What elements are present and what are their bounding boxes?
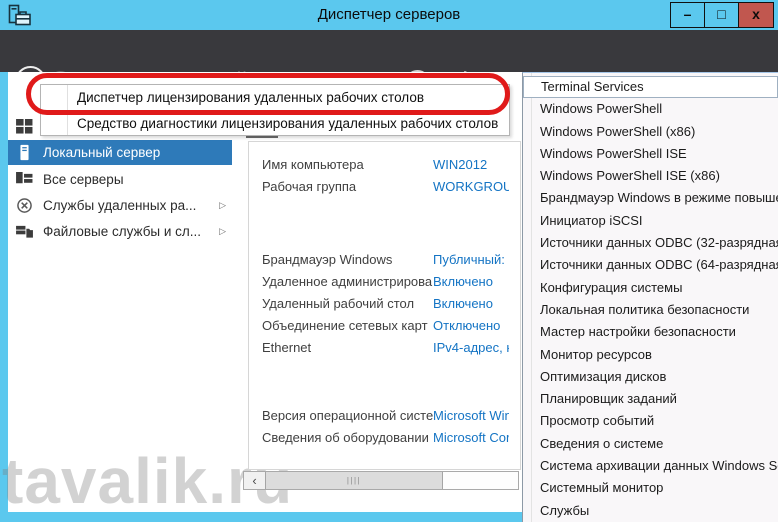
property-label: Удаленное администрирование [249,274,433,289]
property-value-link[interactable]: IPv4-адрес, назначен... [433,340,509,355]
property-label: Удаленный рабочий стол [249,296,433,311]
tools-menu-item[interactable]: Инициатор iSCSI [523,210,778,232]
property-value-link[interactable]: Публичный: Вкл. [433,252,509,267]
submenu-item-rd-licensing-diagnoser[interactable]: Средство диагностики лицензирования удал… [41,111,509,137]
maximize-button[interactable]: □ [705,3,739,27]
window-controls: – □ x [670,2,774,28]
tools-menu-item-terminal-services[interactable]: Terminal Services [523,76,778,98]
tools-menu-items: Terminal Services Windows PowerShell Win… [523,76,778,522]
tools-menu: Terminal Services Windows PowerShell Win… [522,72,778,522]
expand-arrow-icon[interactable]: ▷ [219,226,226,237]
property-label: Рабочая группа [249,179,433,194]
property-label: Версия операционной системы [249,408,433,423]
sidebar-item-file-services[interactable]: Файловые службы и сл... ▷ [8,219,232,244]
local-server-icon [14,144,34,162]
tools-menu-item[interactable]: Windows PowerShell [523,98,778,120]
property-row: Брандмауэр Windows Публичный: Вкл. [249,248,520,270]
horizontal-scrollbar[interactable]: ‹ |||| [243,471,519,490]
sidebar-item-label: Все серверы [43,172,124,187]
tools-menu-item[interactable]: Источники данных ODBC (64-разрядная верс… [523,254,778,276]
tools-menu-item[interactable]: Просмотр событий [523,410,778,432]
scrollbar-grip-icon: |||| [347,476,361,485]
property-value-link[interactable]: WIN2012 [433,157,509,172]
sidebar-item-local-server[interactable]: Локальный сервер [8,140,232,165]
properties-card: Имя компьютера WIN2012 Рабочая группа WO… [248,141,521,470]
window-bottom-border [0,512,530,522]
tools-menu-item[interactable]: Монитор ресурсов [523,344,778,366]
tools-menu-item[interactable]: Источники данных ODBC (32-разрядная верс… [523,232,778,254]
tools-menu-item[interactable]: Оптимизация дисков [523,366,778,388]
property-value-link[interactable]: Включено [433,296,509,311]
property-value-link[interactable]: WORKGROUP [433,179,509,194]
remote-desktop-services-icon [14,197,34,215]
submenu-gutter [67,85,68,135]
property-label: Брандмауэр Windows [249,252,433,267]
property-row: Удаленный рабочий стол Включено [249,292,520,314]
tools-menu-item[interactable]: Windows PowerShell ISE (x86) [523,165,778,187]
file-services-icon [14,223,34,241]
property-row: Имя компьютера WIN2012 [249,153,520,175]
scroll-left-button[interactable]: ‹ [244,472,265,489]
property-value: Microsoft Corporation Virtual [433,430,509,445]
sidebar-item-label: Службы удаленных ра... [43,198,196,213]
property-label: Сведения об оборудовании [249,430,433,445]
dashboard-icon [14,118,34,136]
tools-menu-item[interactable]: Службы [523,500,778,522]
properties-group-identity: Имя компьютера WIN2012 Рабочая группа WO… [249,153,520,197]
tools-menu-item[interactable]: Конфигурация системы [523,277,778,299]
property-label: Объединение сетевых карт [249,318,433,333]
property-row: Ethernet IPv4-адрес, назначен... [249,336,520,358]
property-row: Рабочая группа WORKGROUP [249,175,520,197]
minimize-button[interactable]: – [671,3,705,27]
tools-menu-item[interactable]: Windows PowerShell ISE [523,143,778,165]
tools-menu-item[interactable]: Сведения о системе [523,433,778,455]
property-value-link[interactable]: Отключено [433,318,509,333]
tools-menu-item[interactable]: Мастер настройки безопасности [523,321,778,343]
sidebar-item-label: Локальный сервер [43,145,160,160]
scrollbar-thumb[interactable]: |||| [265,472,443,489]
expand-arrow-icon[interactable]: ▷ [219,200,226,211]
property-label: Ethernet [249,340,433,355]
property-value-link[interactable]: Включено [433,274,509,289]
window-title: Диспетчер серверов [0,0,778,30]
sidebar-item-all-servers[interactable]: Все серверы [8,167,232,192]
tools-menu-item[interactable]: Планировщик заданий [523,388,778,410]
title-bar: Диспетчер серверов – □ x [0,0,778,30]
properties-group-system: Версия операционной системы Microsoft Wi… [249,404,520,448]
property-row: Объединение сетевых карт Отключено [249,314,520,336]
submenu-item-rd-licensing-manager[interactable]: Диспетчер лицензирования удаленных рабоч… [41,85,509,111]
sidebar-item-label: Файловые службы и сл... [43,224,201,239]
property-label: Имя компьютера [249,157,433,172]
property-row: Сведения об оборудовании Microsoft Corpo… [249,426,520,448]
property-row: Удаленное администрирование Включено [249,270,520,292]
all-servers-icon [14,171,34,189]
property-row: Версия операционной системы Microsoft Wi… [249,404,520,426]
property-value: Microsoft Windows Server 2012 [433,408,509,423]
navigation-bar: ← → ▾ ◂◂ Локальный се... ▾ ↻ | Управлени… [0,30,778,72]
properties-group-network: Брандмауэр Windows Публичный: Вкл. Удале… [249,248,520,358]
tools-menu-item[interactable]: Системный монитор [523,477,778,499]
terminal-services-submenu: Диспетчер лицензирования удаленных рабоч… [40,84,510,136]
close-button[interactable]: x [739,3,773,27]
tools-menu-item[interactable]: Локальная политика безопасности [523,299,778,321]
tools-menu-item[interactable]: Система архивации данных Windows Server [523,455,778,477]
server-manager-window: Диспетчер серверов – □ x ← → ▾ ◂◂ Локаль… [0,0,778,522]
tools-menu-item[interactable]: Windows PowerShell (x86) [523,121,778,143]
sidebar-item-remote-desktop-services[interactable]: Службы удаленных ра... ▷ [8,193,232,218]
tools-menu-item[interactable]: Брандмауэр Windows в режиме повышенной б… [523,187,778,209]
